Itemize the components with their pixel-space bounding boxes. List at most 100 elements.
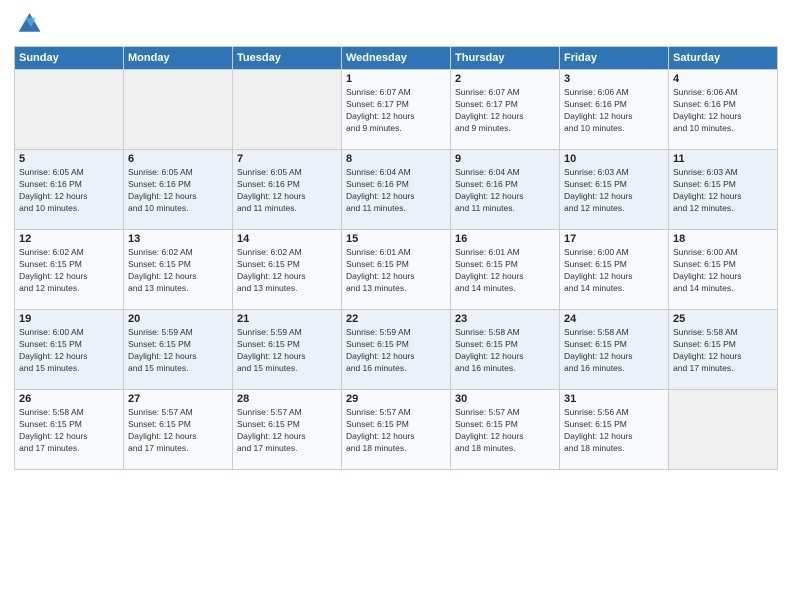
calendar-cell [669, 390, 778, 470]
day-number: 29 [346, 393, 446, 405]
day-number: 12 [19, 233, 119, 245]
day-number: 30 [455, 393, 555, 405]
day-info: Sunrise: 6:06 AM Sunset: 6:16 PM Dayligh… [564, 87, 664, 135]
day-info: Sunrise: 5:59 AM Sunset: 6:15 PM Dayligh… [128, 327, 228, 375]
calendar-table: SundayMondayTuesdayWednesdayThursdayFrid… [14, 46, 778, 470]
day-number: 17 [564, 233, 664, 245]
day-info: Sunrise: 6:06 AM Sunset: 6:16 PM Dayligh… [673, 87, 773, 135]
calendar-cell: 6 Sunrise: 6:05 AM Sunset: 6:16 PM Daylig… [124, 150, 233, 230]
calendar-cell: 5 Sunrise: 6:05 AM Sunset: 6:16 PM Daylig… [15, 150, 124, 230]
day-number: 27 [128, 393, 228, 405]
calendar-cell: 23 Sunrise: 5:58 AM Sunset: 6:15 PM Dayli… [451, 310, 560, 390]
day-info: Sunrise: 5:58 AM Sunset: 6:15 PM Dayligh… [564, 327, 664, 375]
calendar-cell: 13Sunrise: 6:02 AM Sunset: 6:15 PM Dayli… [124, 230, 233, 310]
weekday-header-wednesday: Wednesday [342, 47, 451, 70]
page-container: SundayMondayTuesdayWednesdayThursdayFrid… [0, 0, 792, 480]
day-number: 8 [346, 153, 446, 165]
calendar-cell: 22 Sunrise: 5:59 AM Sunset: 6:15 PM Dayli… [342, 310, 451, 390]
day-number: 18 [673, 233, 773, 245]
day-number: 23 [455, 313, 555, 325]
calendar-cell [233, 70, 342, 150]
day-number: 21 [237, 313, 337, 325]
calendar-cell: 16 Sunrise: 6:01 AM Sunset: 6:15 PM Dayli… [451, 230, 560, 310]
day-number: 15 [346, 233, 446, 245]
calendar-cell: 30Sunrise: 5:57 AM Sunset: 6:15 PM Dayli… [451, 390, 560, 470]
calendar-cell: 27Sunrise: 5:57 AM Sunset: 6:15 PM Dayli… [124, 390, 233, 470]
day-info: Sunrise: 5:58 AM Sunset: 6:15 PM Dayligh… [455, 327, 555, 375]
calendar-cell: 25 Sunrise: 5:58 AM Sunset: 6:15 PM Dayli… [669, 310, 778, 390]
weekday-header-saturday: Saturday [669, 47, 778, 70]
calendar-cell: 31 Sunrise: 5:56 AM Sunset: 6:15 PM Dayli… [560, 390, 669, 470]
day-info: Sunrise: 5:57 AM Sunset: 6:15 PM Dayligh… [237, 407, 337, 455]
weekday-header-sunday: Sunday [15, 47, 124, 70]
calendar-cell: 9 Sunrise: 6:04 AM Sunset: 6:16 PM Daylig… [451, 150, 560, 230]
page-header [14, 10, 778, 38]
logo [14, 10, 46, 38]
calendar-cell: 12Sunrise: 6:02 AM Sunset: 6:15 PM Dayli… [15, 230, 124, 310]
day-info: Sunrise: 5:58 AM Sunset: 6:15 PM Dayligh… [19, 407, 119, 455]
calendar-cell: 2 Sunrise: 6:07 AM Sunset: 6:17 PM Daylig… [451, 70, 560, 150]
day-info: Sunrise: 6:05 AM Sunset: 6:16 PM Dayligh… [128, 167, 228, 215]
day-number: 7 [237, 153, 337, 165]
day-number: 16 [455, 233, 555, 245]
day-info: Sunrise: 6:05 AM Sunset: 6:16 PM Dayligh… [19, 167, 119, 215]
day-info: Sunrise: 5:59 AM Sunset: 6:15 PM Dayligh… [237, 327, 337, 375]
weekday-header-friday: Friday [560, 47, 669, 70]
day-info: Sunrise: 6:01 AM Sunset: 6:15 PM Dayligh… [346, 247, 446, 295]
calendar-cell: 8 Sunrise: 6:04 AM Sunset: 6:16 PM Daylig… [342, 150, 451, 230]
calendar-cell: 20Sunrise: 5:59 AM Sunset: 6:15 PM Dayli… [124, 310, 233, 390]
day-info: Sunrise: 6:07 AM Sunset: 6:17 PM Dayligh… [346, 87, 446, 135]
day-info: Sunrise: 6:02 AM Sunset: 6:15 PM Dayligh… [237, 247, 337, 295]
calendar-week-row: 1 Sunrise: 6:07 AM Sunset: 6:17 PM Daylig… [15, 70, 778, 150]
day-number: 26 [19, 393, 119, 405]
day-info: Sunrise: 5:56 AM Sunset: 6:15 PM Dayligh… [564, 407, 664, 455]
day-info: Sunrise: 6:05 AM Sunset: 6:16 PM Dayligh… [237, 167, 337, 215]
day-number: 22 [346, 313, 446, 325]
day-number: 31 [564, 393, 664, 405]
day-number: 19 [19, 313, 119, 325]
day-number: 2 [455, 73, 555, 85]
day-number: 3 [564, 73, 664, 85]
calendar-week-row: 26 Sunrise: 5:58 AM Sunset: 6:15 PM Dayli… [15, 390, 778, 470]
calendar-cell: 19 Sunrise: 6:00 AM Sunset: 6:15 PM Dayli… [15, 310, 124, 390]
calendar-cell: 11Sunrise: 6:03 AM Sunset: 6:15 PM Dayli… [669, 150, 778, 230]
day-number: 24 [564, 313, 664, 325]
day-info: Sunrise: 6:02 AM Sunset: 6:15 PM Dayligh… [128, 247, 228, 295]
calendar-week-row: 5 Sunrise: 6:05 AM Sunset: 6:16 PM Daylig… [15, 150, 778, 230]
day-info: Sunrise: 6:00 AM Sunset: 6:15 PM Dayligh… [19, 327, 119, 375]
calendar-cell: 26 Sunrise: 5:58 AM Sunset: 6:15 PM Dayli… [15, 390, 124, 470]
calendar-cell: 10Sunrise: 6:03 AM Sunset: 6:15 PM Dayli… [560, 150, 669, 230]
calendar-cell: 24 Sunrise: 5:58 AM Sunset: 6:15 PM Dayli… [560, 310, 669, 390]
weekday-header-tuesday: Tuesday [233, 47, 342, 70]
calendar-cell: 29Sunrise: 5:57 AM Sunset: 6:15 PM Dayli… [342, 390, 451, 470]
calendar-cell: 7 Sunrise: 6:05 AM Sunset: 6:16 PM Daylig… [233, 150, 342, 230]
day-info: Sunrise: 6:01 AM Sunset: 6:15 PM Dayligh… [455, 247, 555, 295]
calendar-week-row: 12 Sunrise: 6:02 AM Sunset: 6:15 PM Dayli… [15, 230, 778, 310]
calendar-week-row: 19 Sunrise: 6:00 AM Sunset: 6:15 PM Dayli… [15, 310, 778, 390]
weekday-header-monday: Monday [124, 47, 233, 70]
day-number: 4 [673, 73, 773, 85]
day-number: 5 [19, 153, 119, 165]
calendar-cell: 4 Sunrise: 6:06 AM Sunset: 6:16 PM Daylig… [669, 70, 778, 150]
day-info: Sunrise: 5:58 AM Sunset: 6:15 PM Dayligh… [673, 327, 773, 375]
day-number: 6 [128, 153, 228, 165]
day-number: 28 [237, 393, 337, 405]
day-info: Sunrise: 6:03 AM Sunset: 6:15 PM Dayligh… [564, 167, 664, 215]
day-info: Sunrise: 6:04 AM Sunset: 6:16 PM Dayligh… [455, 167, 555, 215]
day-number: 1 [346, 73, 446, 85]
logo-icon [14, 10, 42, 38]
day-info: Sunrise: 6:00 AM Sunset: 6:15 PM Dayligh… [564, 247, 664, 295]
day-number: 25 [673, 313, 773, 325]
day-info: Sunrise: 6:04 AM Sunset: 6:16 PM Dayligh… [346, 167, 446, 215]
day-info: Sunrise: 6:00 AM Sunset: 6:15 PM Dayligh… [673, 247, 773, 295]
day-number: 14 [237, 233, 337, 245]
calendar-cell: 15 Sunrise: 6:01 AM Sunset: 6:15 PM Dayli… [342, 230, 451, 310]
day-info: Sunrise: 6:07 AM Sunset: 6:17 PM Dayligh… [455, 87, 555, 135]
calendar-cell: 1 Sunrise: 6:07 AM Sunset: 6:17 PM Daylig… [342, 70, 451, 150]
calendar-cell [15, 70, 124, 150]
calendar-header-row: SundayMondayTuesdayWednesdayThursdayFrid… [15, 47, 778, 70]
day-number: 11 [673, 153, 773, 165]
day-info: Sunrise: 5:59 AM Sunset: 6:15 PM Dayligh… [346, 327, 446, 375]
day-number: 9 [455, 153, 555, 165]
calendar-cell: 21 Sunrise: 5:59 AM Sunset: 6:15 PM Dayli… [233, 310, 342, 390]
